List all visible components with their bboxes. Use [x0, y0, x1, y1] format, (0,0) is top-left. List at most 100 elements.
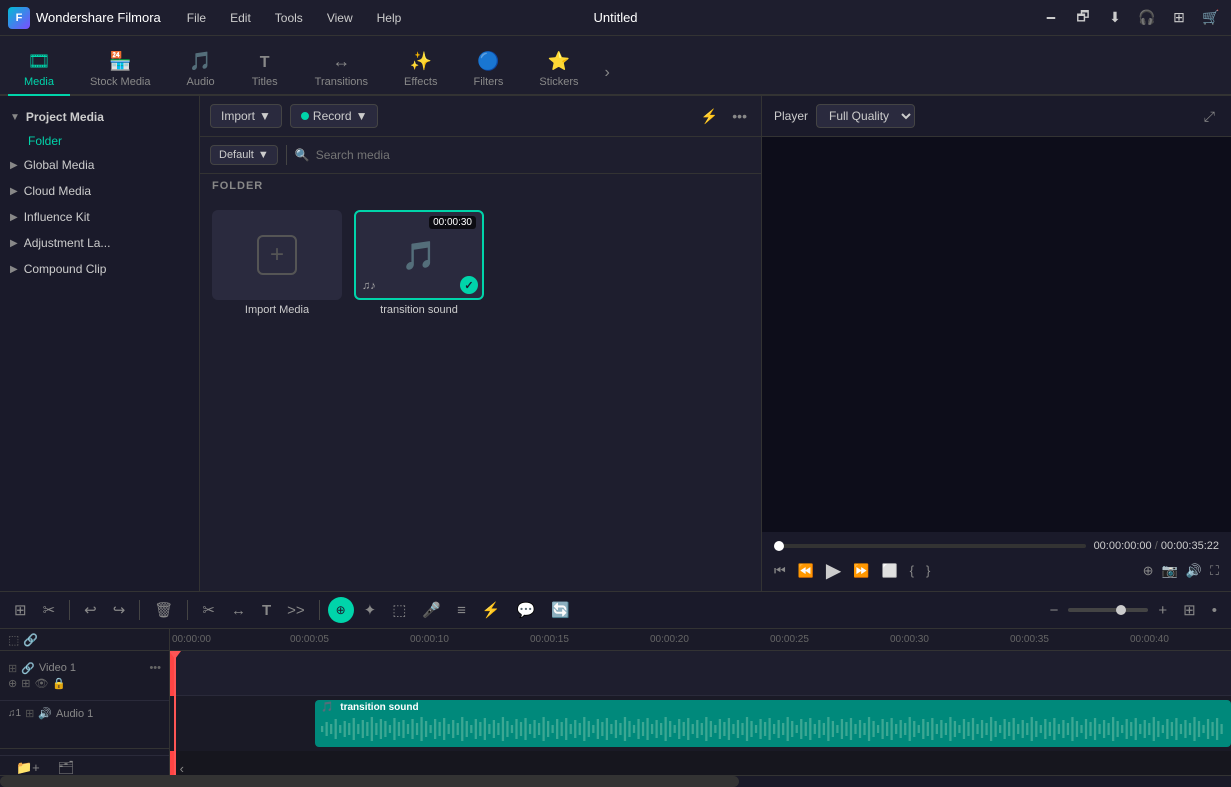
zoom-in-button[interactable]: + — [1152, 599, 1173, 622]
transitions-tab-label: Transitions — [315, 76, 368, 88]
grid-icon[interactable]: ⊞ — [1167, 6, 1191, 30]
video-split-icon[interactable]: ⊞ — [21, 677, 30, 690]
toolbar-separator — [69, 600, 70, 620]
zoom-out-button[interactable]: − — [1044, 599, 1065, 622]
text-button[interactable]: T — [256, 599, 277, 622]
menu-view[interactable]: View — [317, 7, 363, 29]
tab-titles[interactable]: T Titles — [235, 46, 295, 96]
ripple-button[interactable]: ✦ — [358, 598, 383, 622]
quality-select[interactable]: Full Quality 1/2 Quality 1/4 Quality — [816, 104, 915, 128]
filter-icon[interactable]: ⚡ — [697, 106, 722, 127]
folder-section-label: FOLDER — [200, 174, 761, 198]
more-options-icon[interactable]: ••• — [728, 106, 751, 127]
mic-button[interactable]: 🎤 — [416, 598, 447, 622]
snap-button[interactable]: ⊕ — [328, 597, 354, 623]
delete-button[interactable]: 🗑 — [148, 598, 179, 622]
tab-effects[interactable]: ✨ Effects — [388, 43, 453, 96]
tab-stickers[interactable]: ⭐ Stickers — [523, 43, 594, 96]
menu-help[interactable]: Help — [367, 7, 412, 29]
menu-file[interactable]: File — [177, 7, 216, 29]
video-lock-icon[interactable]: 🔒 — [52, 677, 66, 690]
tabs-more-button[interactable]: › — [599, 56, 616, 90]
video-add-icon[interactable]: ⊕ — [8, 677, 17, 690]
mark-out-button[interactable]: } — [926, 563, 930, 578]
media-toolbar: Import ▼ Record ▼ ⚡ ••• — [200, 96, 761, 137]
blade-tool-button[interactable]: ✂ — [37, 598, 62, 622]
sidebar-item-project-media[interactable]: ▼ Project Media — [0, 104, 199, 130]
mark-in-button[interactable]: { — [910, 563, 914, 578]
media-tab-icon: 🎞 — [28, 51, 51, 72]
menu-tools[interactable]: Tools — [265, 7, 313, 29]
media-item-transition-sound[interactable]: 00:00:30 🎵 ♫♪ ✓ transition sound — [354, 210, 484, 316]
audio-track-link-button[interactable]: ⊞ — [25, 707, 34, 720]
tab-media[interactable]: 🎞 Media — [8, 43, 70, 96]
tab-filters[interactable]: 🔵 Filters — [457, 43, 519, 96]
import-media-label: Import Media — [245, 304, 309, 316]
speed-button[interactable]: >> — [281, 599, 311, 622]
video-track-link-button[interactable]: 🔗 — [21, 662, 35, 675]
sidebar-item-influence-kit[interactable]: ▶ Influence Kit — [0, 204, 199, 230]
minimize-icon[interactable]: 🗕 — [1039, 6, 1063, 30]
more-timeline-button[interactable]: • — [1206, 599, 1223, 622]
video-eye-icon[interactable]: 👁 — [34, 677, 48, 690]
cut-button[interactable]: ✂ — [196, 598, 221, 622]
record-button[interactable]: Record ▼ — [290, 104, 379, 128]
headphone-icon[interactable]: 🎧 — [1135, 6, 1159, 30]
stock-media-tab-label: Stock Media — [90, 76, 151, 88]
import-label: Import — [221, 109, 255, 123]
ruler-mark-8: 00:00:40 — [1130, 634, 1169, 645]
view-options-button[interactable]: ⊞ — [1177, 598, 1202, 622]
media-thumb-transition-sound: 00:00:30 🎵 ♫♪ ✓ — [354, 210, 484, 300]
sidebar-item-compound-clip[interactable]: ▶ Compound Clip — [0, 256, 199, 282]
video-track-more-button[interactable]: ••• — [149, 662, 161, 674]
zoom-track[interactable] — [1068, 608, 1148, 612]
player-controls: 00:00:00:00 / 00:00:35:22 ⏮ ⏪ ▶ ⏩ ⬜ { } … — [762, 532, 1231, 591]
sidebar-item-global-media[interactable]: ▶ Global Media — [0, 152, 199, 178]
tab-audio[interactable]: 🎵 Audio — [171, 43, 231, 96]
progress-bar[interactable]: 00:00:00:00 / 00:00:35:22 — [774, 540, 1219, 552]
speech-to-text-button[interactable]: 💬 — [511, 598, 542, 622]
audio-clip[interactable]: 🎵 transition sound — [315, 700, 1231, 747]
sidebar-item-cloud-media[interactable]: ▶ Cloud Media — [0, 178, 199, 204]
fullscreen-icon[interactable]: ⤢ — [1200, 106, 1219, 127]
play-button[interactable]: ▶ — [826, 558, 841, 583]
cloud-media-label: Cloud Media — [24, 184, 189, 198]
menu-edit[interactable]: Edit — [220, 7, 261, 29]
snapshot-button[interactable]: 📷 — [1162, 563, 1178, 579]
filters-tab-icon: 🔵 — [477, 51, 499, 72]
import-media-item[interactable]: + Import Media — [212, 210, 342, 316]
tab-transitions[interactable]: ↔ Transitions — [299, 43, 384, 96]
track-order-button[interactable]: ≡ — [451, 599, 472, 622]
sidebar-item-folder[interactable]: Folder — [0, 130, 199, 152]
crop-button-2[interactable]: ⬚ — [386, 598, 412, 622]
redo-button[interactable]: ↪ — [107, 598, 132, 622]
volume-button[interactable]: 🔊 — [1186, 563, 1202, 579]
motion-button[interactable]: ⚡ — [476, 598, 507, 622]
ruler-mark-1: 00:00:05 — [290, 634, 329, 645]
playhead[interactable] — [174, 651, 176, 775]
undo-button[interactable]: ↩ — [78, 598, 103, 622]
fullscreen-button[interactable]: ⛶ — [1210, 563, 1219, 579]
replace-button[interactable]: 🔄 — [545, 598, 576, 622]
sidebar-item-adjustment-la[interactable]: ▶ Adjustment La... — [0, 230, 199, 256]
audio-stretch-button[interactable]: ↔ — [225, 599, 252, 622]
add-to-timeline-button[interactable]: ⊕ — [1143, 563, 1154, 579]
timeline-tool-1[interactable]: ⬚ — [8, 633, 19, 647]
download-icon[interactable]: ⬇ — [1103, 6, 1127, 30]
timeline-tool-2[interactable]: 🔗 — [23, 633, 38, 647]
search-input[interactable] — [316, 148, 751, 162]
default-label: Default — [219, 149, 254, 161]
rewind-button[interactable]: ⏮ — [774, 563, 786, 579]
current-time: 00:00:00:00 / 00:00:35:22 — [1094, 540, 1219, 552]
step-forward-button[interactable]: ⏩ — [853, 563, 869, 579]
step-back-button[interactable]: ⏪ — [798, 563, 814, 579]
split-view-button[interactable]: ⊞ — [8, 598, 33, 622]
tab-stock-media[interactable]: 🏪 Stock Media — [74, 43, 167, 96]
crop-button[interactable]: ⬜ — [881, 563, 897, 579]
video-track-add-button[interactable]: ⊞ — [8, 662, 17, 675]
audio-track-vol-button[interactable]: 🔊 — [38, 707, 52, 720]
default-dropdown[interactable]: Default ▼ — [210, 145, 278, 165]
import-dropdown[interactable]: Import ▼ — [210, 104, 282, 128]
cart-icon[interactable]: 🛒 — [1199, 6, 1223, 30]
maximize-icon[interactable]: 🗗 — [1071, 6, 1095, 30]
